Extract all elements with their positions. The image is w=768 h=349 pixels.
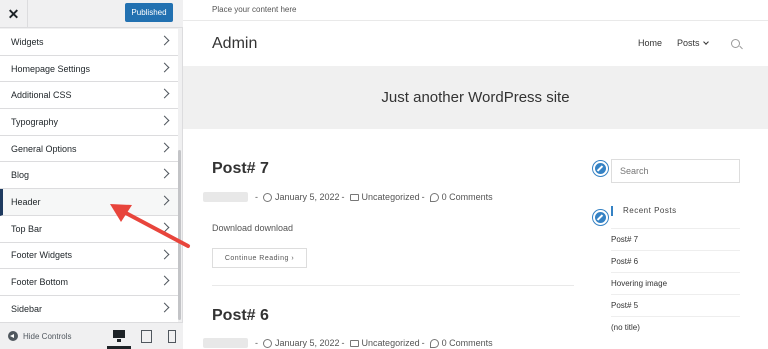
customizer-menu: Widgets Homepage Settings Additional CSS…: [0, 29, 178, 323]
chevron-right-icon: [159, 115, 170, 126]
menu-item-label: Widgets: [11, 36, 44, 47]
menu-item-additional-css[interactable]: Additional CSS: [0, 82, 178, 110]
menu-item-top-bar[interactable]: Top Bar: [0, 215, 178, 243]
nav-item-posts[interactable]: Posts: [677, 38, 709, 48]
post-meta: - January 5, 2022 - Uncategorized - 0 Co…: [203, 338, 493, 348]
recent-posts-list: Post# 7 Post# 6 Hovering image Post# 5 (…: [611, 228, 740, 338]
chevron-right-icon: [159, 168, 170, 179]
top-bar: Place your content here: [183, 0, 768, 21]
menu-item-typography[interactable]: Typography: [0, 109, 178, 136]
scrollbar[interactable]: [178, 150, 181, 320]
menu-item-blog[interactable]: Blog: [0, 162, 178, 190]
menu-item-footer-bottom[interactable]: Footer Bottom: [0, 269, 178, 296]
chevron-right-icon: [159, 142, 170, 153]
post-comments[interactable]: 0 Comments: [442, 192, 493, 202]
edit-widget-icon[interactable]: [593, 161, 608, 176]
mobile-preview-icon[interactable]: [165, 329, 177, 343]
sidebar-search-input[interactable]: Search: [611, 159, 740, 183]
post-excerpt: Download download: [212, 223, 294, 233]
recent-post-link[interactable]: (no title): [611, 316, 740, 338]
chevron-right-icon: [159, 35, 170, 46]
post-title[interactable]: Post# 6: [212, 307, 269, 325]
chevron-right-icon: [159, 88, 170, 99]
chevron-right-icon: [159, 195, 170, 206]
post-comments[interactable]: 0 Comments: [442, 338, 493, 348]
post-divider: [212, 285, 574, 286]
chevron-right-icon: [159, 62, 170, 73]
clock-icon: [263, 338, 272, 348]
collapse-icon: [8, 331, 18, 341]
site-preview: Place your content here Admin Home Posts…: [183, 0, 768, 349]
continue-reading-button[interactable]: Continue Reading ›: [212, 248, 307, 268]
menu-item-homepage-settings[interactable]: Homepage Settings: [0, 55, 178, 83]
folder-icon: [349, 339, 359, 347]
menu-item-widgets[interactable]: Widgets: [0, 29, 178, 56]
search-icon[interactable]: [731, 39, 740, 48]
menu-item-label: Additional CSS: [11, 90, 72, 101]
chevron-right-icon: [159, 275, 170, 286]
customizer-panel: ✕ Published Widgets Homepage Settings Ad…: [0, 0, 183, 349]
menu-item-label: Footer Widgets: [11, 250, 73, 261]
chevron-right-icon: [159, 302, 170, 313]
menu-item-footer-widgets[interactable]: Footer Widgets: [0, 242, 178, 270]
comment-icon: [429, 338, 439, 348]
menu-item-label: Homepage Settings: [11, 63, 91, 74]
menu-item-label: Header: [11, 196, 41, 207]
menu-item-label: Blog: [11, 170, 30, 181]
menu-item-general-options[interactable]: General Options: [0, 135, 178, 163]
comment-icon: [429, 192, 439, 202]
close-icon[interactable]: ✕: [0, 0, 28, 28]
menu-item-header[interactable]: Header: [0, 189, 178, 216]
nav-item-home[interactable]: Home: [638, 38, 662, 48]
menu-item-label: Sidebar: [11, 303, 43, 314]
recent-posts-title: Recent Posts: [611, 206, 677, 216]
menu-item-sidebar[interactable]: Sidebar: [0, 295, 178, 323]
recent-post-link[interactable]: Post# 7: [611, 228, 740, 250]
post-category[interactable]: Uncategorized: [362, 192, 420, 202]
site-title[interactable]: Admin: [212, 35, 257, 53]
post-meta: - January 5, 2022 - Uncategorized - 0 Co…: [203, 192, 493, 202]
hide-controls-label: Hide Controls: [23, 331, 72, 341]
chevron-down-icon: [702, 39, 709, 45]
customizer-header: ✕ Published: [0, 0, 183, 28]
site-tagline: Just another WordPress site: [183, 66, 768, 129]
hide-controls-button[interactable]: Hide Controls: [8, 331, 71, 341]
menu-item-label: Footer Bottom: [11, 277, 69, 288]
menu-item-label: Typography: [11, 116, 59, 127]
chevron-right-icon: [159, 222, 170, 233]
main-nav: Home Posts: [638, 38, 723, 48]
chevron-right-icon: [159, 249, 170, 259]
edit-widget-icon[interactable]: [593, 210, 608, 225]
author-avatar: [203, 192, 248, 202]
author-avatar: [203, 338, 248, 348]
post-date[interactable]: January 5, 2022: [275, 192, 340, 202]
recent-post-link[interactable]: Post# 5: [611, 294, 740, 316]
recent-post-link[interactable]: Post# 6: [611, 250, 740, 272]
post-date[interactable]: January 5, 2022: [275, 338, 340, 348]
post-category[interactable]: Uncategorized: [362, 338, 420, 348]
clock-icon: [263, 192, 272, 202]
menu-item-label: Top Bar: [11, 223, 43, 234]
customizer-screen: ✕ Published Widgets Homepage Settings Ad…: [0, 0, 768, 349]
recent-post-link[interactable]: Hovering image: [611, 272, 740, 294]
post-title[interactable]: Post# 7: [212, 160, 269, 178]
publish-button[interactable]: Published: [125, 3, 173, 22]
customizer-footer: Hide Controls: [0, 322, 183, 349]
nav-item-label: Posts: [677, 38, 700, 48]
folder-icon: [349, 193, 359, 201]
tablet-preview-icon[interactable]: [140, 329, 152, 343]
menu-item-label: General Options: [11, 143, 77, 154]
desktop-preview-icon[interactable]: [113, 329, 125, 343]
continue-reading-label: Continue Reading: [224, 254, 289, 262]
